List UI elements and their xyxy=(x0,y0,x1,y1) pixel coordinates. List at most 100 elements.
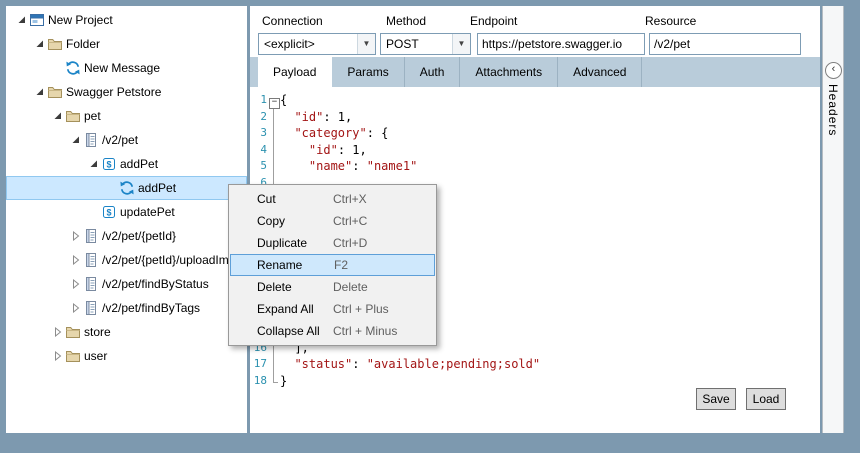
connection-select[interactable]: <explicit> ▼ xyxy=(258,33,376,55)
code-text: "name": "name1" xyxy=(280,158,417,175)
fold-collapse-icon[interactable]: − xyxy=(267,92,280,109)
menu-item-copy[interactable]: Copy Ctrl+C xyxy=(229,210,436,232)
chevron-down-icon: ▼ xyxy=(452,34,470,54)
fold-line xyxy=(267,158,280,175)
tree-item-v2-pet[interactable]: /v2/pet xyxy=(6,128,247,152)
editor-line: 18} xyxy=(250,373,820,390)
tree-item-v2-pet-petid-uploadim[interactable]: /v2/pet/{petId}/uploadIm xyxy=(6,248,247,272)
tree-item-v2-pet-petid[interactable]: /v2/pet/{petId} xyxy=(6,224,247,248)
tree-indent xyxy=(6,356,50,357)
tree-expander-collapsed-icon[interactable] xyxy=(68,224,83,248)
headers-expand-button[interactable]: ‹ xyxy=(825,62,842,79)
tree-item-label: addPet xyxy=(119,157,158,171)
svg-text:$: $ xyxy=(106,208,111,218)
code-text: "status": "available;pending;sold" xyxy=(280,356,540,373)
app-window-icon xyxy=(29,8,47,32)
menu-item-shortcut: Ctrl + Plus xyxy=(333,302,389,316)
resource-input[interactable] xyxy=(649,33,801,55)
tree-expander-expanded-icon[interactable] xyxy=(68,128,83,152)
tree-item-pet[interactable]: pet xyxy=(6,104,247,128)
folder-icon xyxy=(65,320,83,344)
menu-item-label: Copy xyxy=(257,214,285,228)
method-select[interactable]: POST ▼ xyxy=(380,33,471,55)
folder-icon xyxy=(47,80,65,104)
tree-item-label: user xyxy=(83,349,107,363)
tree-expander-expanded-icon[interactable] xyxy=(50,104,65,128)
line-number: 18 xyxy=(250,373,267,390)
menu-item-rename[interactable]: Rename F2 xyxy=(230,254,435,276)
code-text: "category": { xyxy=(280,125,388,142)
save-button[interactable]: Save xyxy=(696,388,736,410)
tree-item-addpet[interactable]: $ addPet xyxy=(6,152,247,176)
tree-item-label: New Project xyxy=(47,13,113,27)
tab-attachments[interactable]: Attachments xyxy=(460,57,558,87)
tree-expander-expanded-icon[interactable] xyxy=(86,152,101,176)
line-number: 17 xyxy=(250,356,267,373)
tree-item-folder[interactable]: Folder xyxy=(6,32,247,56)
tab-auth[interactable]: Auth xyxy=(405,57,461,87)
tree-item-updatepet[interactable]: $updatePet xyxy=(6,200,247,224)
line-number: 1 xyxy=(250,92,267,109)
menu-item-label: Rename xyxy=(257,258,302,272)
tree-item-store[interactable]: store xyxy=(6,320,247,344)
tree-expander-collapsed-icon[interactable] xyxy=(68,272,83,296)
tree-expander-collapsed-icon[interactable] xyxy=(50,320,65,344)
tree-expander-collapsed-icon[interactable] xyxy=(68,296,83,320)
svg-text:$: $ xyxy=(106,160,111,170)
app-window: New Project FolderNew Message Swagger Pets… xyxy=(0,0,860,453)
tree-expander-expanded-icon[interactable] xyxy=(32,80,47,104)
editor-line: 1−{ xyxy=(250,92,820,109)
fold-minus-box-icon[interactable]: − xyxy=(269,98,280,109)
line-number: 5 xyxy=(250,158,267,175)
menu-item-collapse-all[interactable]: Collapse AllCtrl + Minus xyxy=(229,320,436,342)
menu-item-delete[interactable]: Delete Delete xyxy=(229,276,436,298)
tree-item-v2-pet-findbystatus[interactable]: /v2/pet/findByStatus xyxy=(6,272,247,296)
tree-expander-collapsed-icon[interactable] xyxy=(68,248,83,272)
code-text: "id": 1, xyxy=(280,142,367,159)
editor-line: 4 "id": 1, xyxy=(250,142,820,159)
code-text: "id": 1, xyxy=(280,109,352,126)
fold-line xyxy=(267,142,280,159)
tree-item-swagger-petstore[interactable]: Swagger Petstore xyxy=(6,80,247,104)
tree-item-label: /v2/pet/{petId}/uploadIm xyxy=(101,253,229,267)
endpoint-label: Endpoint xyxy=(470,14,517,28)
tree-indent xyxy=(6,212,86,213)
load-button[interactable]: Load xyxy=(746,388,786,410)
dollar-operation-icon: $ xyxy=(101,200,119,224)
tree-item-v2-pet-findbytags[interactable]: /v2/pet/findByTags xyxy=(6,296,247,320)
context-menu: CutCtrl+XCopyCtrl+CDuplicateCtrl+DRename… xyxy=(228,184,437,346)
menu-item-label: Duplicate xyxy=(257,236,307,250)
tree-item-label: pet xyxy=(83,109,101,123)
menu-item-shortcut: Delete xyxy=(333,280,368,294)
tree-item-new-message[interactable]: New Message xyxy=(6,56,247,80)
tree-item-label: Swagger Petstore xyxy=(65,85,161,99)
menu-item-cut[interactable]: CutCtrl+X xyxy=(229,188,436,210)
tree-item-label: addPet xyxy=(137,181,176,195)
menu-item-duplicate[interactable]: DuplicateCtrl+D xyxy=(229,232,436,254)
tree-item-addpet[interactable]: addPet xyxy=(6,176,247,200)
tab-params[interactable]: Params xyxy=(332,57,404,87)
editor-line: 5 "name": "name1" xyxy=(250,158,820,175)
chevron-down-icon: ▼ xyxy=(357,34,375,54)
tab-payload[interactable]: Payload xyxy=(258,57,332,87)
connection-label: Connection xyxy=(262,14,323,28)
tab-advanced[interactable]: Advanced xyxy=(558,57,642,87)
menu-item-label: Delete xyxy=(257,280,292,294)
tree-item-user[interactable]: user xyxy=(6,344,247,368)
tree-indent xyxy=(6,44,32,45)
line-number: 2 xyxy=(250,109,267,126)
method-label: Method xyxy=(386,14,426,28)
menu-item-shortcut: Ctrl+C xyxy=(333,214,367,228)
tree-expander-empty xyxy=(86,200,101,224)
tree-expander-expanded-icon[interactable] xyxy=(32,32,47,56)
endpoint-input[interactable] xyxy=(477,33,645,55)
tree-item-label: store xyxy=(83,325,111,339)
tree-expander-collapsed-icon[interactable] xyxy=(50,344,65,368)
headers-panel-label[interactable]: Headers xyxy=(826,84,840,136)
headers-collapsed-panel[interactable]: ‹ Headers xyxy=(822,6,844,433)
tree-indent xyxy=(6,92,32,93)
menu-item-expand-all[interactable]: Expand AllCtrl + Plus xyxy=(229,298,436,320)
menu-item-shortcut: F2 xyxy=(334,258,348,272)
tree-item-new-project[interactable]: New Project xyxy=(6,8,247,32)
tree-expander-expanded-icon[interactable] xyxy=(14,8,29,32)
